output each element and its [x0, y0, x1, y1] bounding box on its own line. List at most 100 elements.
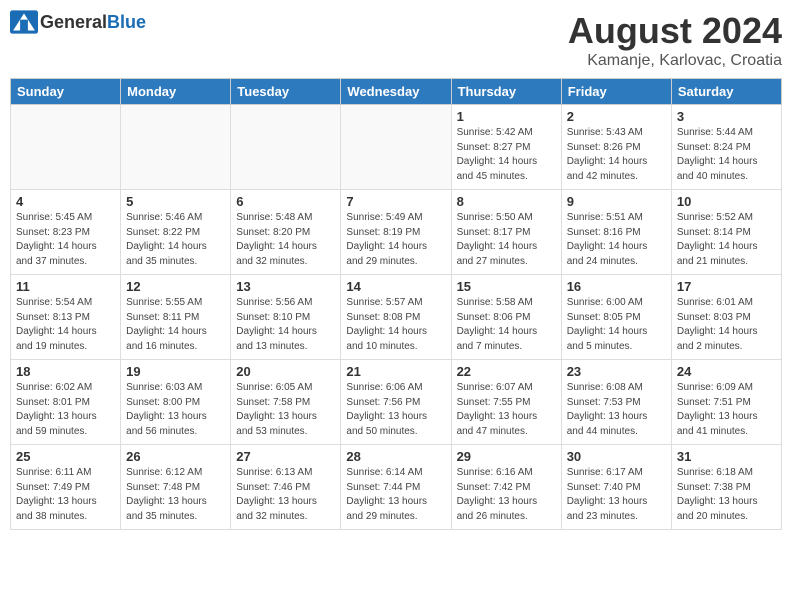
cell-info: Sunrise: 6:06 AM Sunset: 7:56 PM Dayligh… [346, 381, 445, 439]
cell-info: Sunrise: 5:43 AM Sunset: 8:26 PM Dayligh… [567, 126, 666, 184]
cell-date: 3 [677, 109, 776, 124]
calendar-cell: 1Sunrise: 5:42 AM Sunset: 8:27 PM Daylig… [451, 105, 561, 190]
calendar-cell: 6 Sunrise: 5:48 AM Sunset: 8:20 PM Daylig… [231, 190, 341, 275]
day-header-thursday: Thursday [451, 79, 561, 105]
cell-info: Sunrise: 6:17 AM Sunset: 7:40 PM Dayligh… [567, 466, 666, 524]
cell-date: 15 [457, 279, 556, 294]
calendar-cell: 22 Sunrise: 6:07 AM Sunset: 7:55 PM Dayli… [451, 360, 561, 445]
calendar-cell: 15 Sunrise: 5:58 AM Sunset: 8:06 PM Dayli… [451, 275, 561, 360]
calendar-cell: 5Sunrise: 5:46 AM Sunset: 8:22 PM Daylig… [121, 190, 231, 275]
calendar-cell: 8 Sunrise: 5:50 AM Sunset: 8:17 PM Daylig… [451, 190, 561, 275]
cell-date: 24 [677, 364, 776, 379]
calendar-cell: 18 Sunrise: 6:02 AM Sunset: 8:01 PM Dayli… [11, 360, 121, 445]
cell-date: 10 [677, 194, 776, 209]
cell-date: 6 [236, 194, 335, 209]
calendar-cell: 20 Sunrise: 6:05 AM Sunset: 7:58 PM Dayli… [231, 360, 341, 445]
calendar-cell: 28 Sunrise: 6:14 AM Sunset: 7:44 PM Dayli… [341, 445, 451, 530]
cell-info: Sunrise: 5:52 AM Sunset: 8:14 PM Dayligh… [677, 211, 776, 269]
cell-info: Sunrise: 6:09 AM Sunset: 7:51 PM Dayligh… [677, 381, 776, 439]
cell-date: 12 [126, 279, 225, 294]
cell-date: 26 [126, 449, 225, 464]
cell-info: Sunrise: 5:55 AM Sunset: 8:11 PM Dayligh… [126, 296, 225, 354]
cell-date: 5 [126, 194, 225, 209]
cell-date: 20 [236, 364, 335, 379]
month-title: August 2024 [568, 10, 782, 52]
calendar-cell: 30 Sunrise: 6:17 AM Sunset: 7:40 PM Dayli… [561, 445, 671, 530]
cell-info: Sunrise: 5:58 AM Sunset: 8:06 PM Dayligh… [457, 296, 556, 354]
calendar-cell: 19 Sunrise: 6:03 AM Sunset: 8:00 PM Dayli… [121, 360, 231, 445]
calendar-cell: 25 Sunrise: 6:11 AM Sunset: 7:49 PM Dayli… [11, 445, 121, 530]
calendar-table: SundayMondayTuesdayWednesdayThursdayFrid… [10, 78, 782, 530]
logo-general: General [40, 12, 107, 32]
calendar-cell [341, 105, 451, 190]
calendar-cell: 7Sunrise: 5:49 AM Sunset: 8:19 PM Daylig… [341, 190, 451, 275]
calendar-cell: 16Sunrise: 6:00 AM Sunset: 8:05 PM Dayli… [561, 275, 671, 360]
calendar-cell: 31 Sunrise: 6:18 AM Sunset: 7:38 PM Dayli… [671, 445, 781, 530]
cell-date: 28 [346, 449, 445, 464]
calendar-cell: 12 Sunrise: 5:55 AM Sunset: 8:11 PM Dayli… [121, 275, 231, 360]
cell-date: 9 [567, 194, 666, 209]
cell-info: Sunrise: 6:08 AM Sunset: 7:53 PM Dayligh… [567, 381, 666, 439]
cell-info: Sunrise: 6:07 AM Sunset: 7:55 PM Dayligh… [457, 381, 556, 439]
cell-info: Sunrise: 6:18 AM Sunset: 7:38 PM Dayligh… [677, 466, 776, 524]
cell-info: Sunrise: 5:54 AM Sunset: 8:13 PM Dayligh… [16, 296, 115, 354]
calendar-cell [121, 105, 231, 190]
cell-info: Sunrise: 6:05 AM Sunset: 7:58 PM Dayligh… [236, 381, 335, 439]
cell-date: 19 [126, 364, 225, 379]
cell-info: Sunrise: 6:03 AM Sunset: 8:00 PM Dayligh… [126, 381, 225, 439]
calendar-cell: 9 Sunrise: 5:51 AM Sunset: 8:16 PM Daylig… [561, 190, 671, 275]
location-subtitle: Kamanje, Karlovac, Croatia [568, 52, 782, 70]
calendar-cell: 13 Sunrise: 5:56 AM Sunset: 8:10 PM Dayli… [231, 275, 341, 360]
cell-date: 25 [16, 449, 115, 464]
cell-info: Sunrise: 6:16 AM Sunset: 7:42 PM Dayligh… [457, 466, 556, 524]
cell-date: 17 [677, 279, 776, 294]
cell-info: Sunrise: 6:14 AM Sunset: 7:44 PM Dayligh… [346, 466, 445, 524]
calendar-cell: 3 Sunrise: 5:44 AM Sunset: 8:24 PM Daylig… [671, 105, 781, 190]
calendar-cell: 24 Sunrise: 6:09 AM Sunset: 7:51 PM Dayli… [671, 360, 781, 445]
cell-info: Sunrise: 5:51 AM Sunset: 8:16 PM Dayligh… [567, 211, 666, 269]
cell-date: 22 [457, 364, 556, 379]
day-header-friday: Friday [561, 79, 671, 105]
cell-info: Sunrise: 5:50 AM Sunset: 8:17 PM Dayligh… [457, 211, 556, 269]
calendar-cell: 21 Sunrise: 6:06 AM Sunset: 7:56 PM Dayli… [341, 360, 451, 445]
logo-blue: Blue [107, 12, 146, 32]
calendar-cell: 29 Sunrise: 6:16 AM Sunset: 7:42 PM Dayli… [451, 445, 561, 530]
cell-info: Sunrise: 6:11 AM Sunset: 7:49 PM Dayligh… [16, 466, 115, 524]
calendar-cell: 11Sunrise: 5:54 AM Sunset: 8:13 PM Dayli… [11, 275, 121, 360]
calendar-cell: 14Sunrise: 5:57 AM Sunset: 8:08 PM Dayli… [341, 275, 451, 360]
cell-date: 18 [16, 364, 115, 379]
day-header-monday: Monday [121, 79, 231, 105]
cell-info: Sunrise: 5:56 AM Sunset: 8:10 PM Dayligh… [236, 296, 335, 354]
cell-info: Sunrise: 5:49 AM Sunset: 8:19 PM Dayligh… [346, 211, 445, 269]
cell-date: 31 [677, 449, 776, 464]
cell-info: Sunrise: 6:12 AM Sunset: 7:48 PM Dayligh… [126, 466, 225, 524]
cell-date: 27 [236, 449, 335, 464]
cell-date: 14 [346, 279, 445, 294]
cell-info: Sunrise: 6:13 AM Sunset: 7:46 PM Dayligh… [236, 466, 335, 524]
cell-info: Sunrise: 6:02 AM Sunset: 8:01 PM Dayligh… [16, 381, 115, 439]
cell-info: Sunrise: 5:48 AM Sunset: 8:20 PM Dayligh… [236, 211, 335, 269]
calendar-cell [11, 105, 121, 190]
cell-date: 8 [457, 194, 556, 209]
cell-date: 4 [16, 194, 115, 209]
cell-date: 30 [567, 449, 666, 464]
cell-date: 23 [567, 364, 666, 379]
day-header-tuesday: Tuesday [231, 79, 341, 105]
day-header-wednesday: Wednesday [341, 79, 451, 105]
cell-info: Sunrise: 5:45 AM Sunset: 8:23 PM Dayligh… [16, 211, 115, 269]
cell-info: Sunrise: 5:42 AM Sunset: 8:27 PM Dayligh… [457, 126, 556, 184]
day-header-sunday: Sunday [11, 79, 121, 105]
calendar-cell: 23 Sunrise: 6:08 AM Sunset: 7:53 PM Dayli… [561, 360, 671, 445]
calendar-cell: 27 Sunrise: 6:13 AM Sunset: 7:46 PM Dayli… [231, 445, 341, 530]
cell-date: 2 [567, 109, 666, 124]
calendar-cell: 17Sunrise: 6:01 AM Sunset: 8:03 PM Dayli… [671, 275, 781, 360]
cell-info: Sunrise: 6:00 AM Sunset: 8:05 PM Dayligh… [567, 296, 666, 354]
cell-date: 29 [457, 449, 556, 464]
day-header-saturday: Saturday [671, 79, 781, 105]
calendar-cell: 10 Sunrise: 5:52 AM Sunset: 8:14 PM Dayli… [671, 190, 781, 275]
cell-date: 21 [346, 364, 445, 379]
cell-info: Sunrise: 5:44 AM Sunset: 8:24 PM Dayligh… [677, 126, 776, 184]
page-header: GeneralBlue August 2024 Kamanje, Karlova… [10, 10, 782, 70]
calendar-cell: 4 Sunrise: 5:45 AM Sunset: 8:23 PM Daylig… [11, 190, 121, 275]
cell-date: 13 [236, 279, 335, 294]
